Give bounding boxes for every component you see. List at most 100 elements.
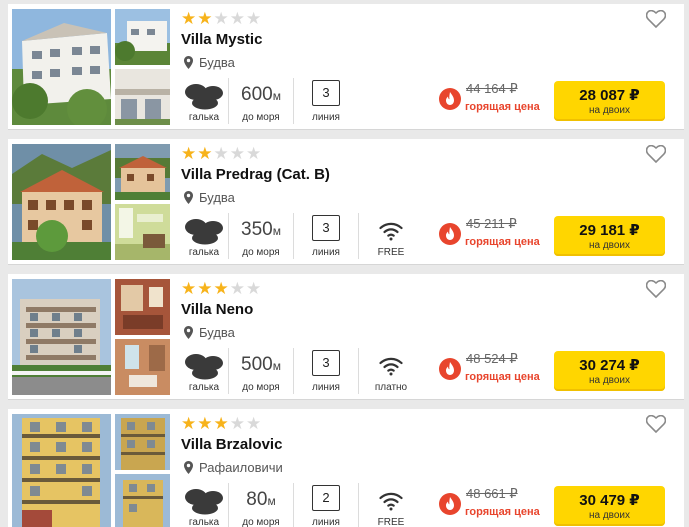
hotel-location: Будва <box>184 325 235 340</box>
hotel-photo-thumb[interactable] <box>115 279 170 335</box>
location-label: Рафаиловичи <box>199 460 283 475</box>
beach-type: галька <box>180 76 228 126</box>
wifi-label: платно <box>374 382 408 393</box>
star-empty-icon: ★ <box>229 144 246 163</box>
hotel-photo-main[interactable] <box>12 9 111 125</box>
beach-label: галька <box>188 112 220 123</box>
sea-distance-unit: м <box>267 494 276 508</box>
hotel-card[interactable]: ★★★★★ Villa Neno Будва галька 500м до мо… <box>8 274 684 400</box>
hot-price-label: горящая цена <box>465 506 540 518</box>
favorite-button[interactable] <box>645 279 667 303</box>
hotel-name[interactable]: Villa Predrag (Cat. B) <box>181 166 330 183</box>
star-empty-icon: ★ <box>213 144 230 163</box>
sea-distance-label: до моря <box>242 112 280 123</box>
flame-icon <box>439 88 461 110</box>
beach-label: галька <box>188 517 220 527</box>
hotel-card[interactable]: ★★★★★ Villa Predrag (Cat. B) Будва гальк… <box>8 139 684 265</box>
favorite-button[interactable] <box>645 144 667 168</box>
hotel-card[interactable]: ★★★★★ Villa Brzalovic Рафаиловичи галька… <box>8 409 684 527</box>
sea-distance: 350м до моря <box>229 211 293 261</box>
flame-icon <box>439 223 461 245</box>
star-empty-icon: ★ <box>246 144 263 163</box>
sea-distance-label: до моря <box>242 382 280 393</box>
sea-distance-label: до моря <box>242 247 280 258</box>
hotel-name[interactable]: Villa Mystic <box>181 31 262 48</box>
star-empty-icon: ★ <box>229 9 246 28</box>
hotel-list: ★★★★★ Villa Mystic Будва галька 600м до … <box>0 0 689 527</box>
pebbles-icon <box>185 84 223 110</box>
beach-type: галька <box>180 211 228 261</box>
sea-distance: 80м до моря <box>229 481 293 527</box>
price-button[interactable]: 30 274 ₽ на двоих <box>554 351 665 391</box>
hot-price-label: горящая цена <box>465 236 540 248</box>
sea-distance-unit: м <box>272 224 281 238</box>
pebbles-icon <box>185 354 223 380</box>
location-pin-icon <box>184 56 193 69</box>
hotel-photo-thumb[interactable] <box>115 474 170 527</box>
beach-line: 3 линия <box>294 76 358 126</box>
price-button[interactable]: 28 087 ₽ на двоих <box>554 81 665 121</box>
hot-deal: 44 164 ₽ горящая цена <box>439 76 554 116</box>
wifi-icon <box>379 222 403 241</box>
hotel-photo-thumb[interactable] <box>115 69 170 125</box>
hotel-photo-main[interactable] <box>12 414 111 527</box>
hotel-location: Будва <box>184 55 235 70</box>
line-label: линия <box>312 517 340 527</box>
star-filled-icon: ★ <box>213 279 230 298</box>
favorite-button[interactable] <box>645 414 667 438</box>
sea-distance: 500м до моря <box>229 346 293 396</box>
hotel-card[interactable]: ★★★★★ Villa Mystic Будва галька 600м до … <box>8 4 684 130</box>
location-label: Будва <box>199 55 235 70</box>
hotel-photos[interactable] <box>12 9 170 125</box>
line-label: линия <box>312 382 340 393</box>
sea-distance-unit: м <box>272 359 281 373</box>
wifi: платно <box>359 346 423 396</box>
price-amount: 28 087 ₽ <box>579 87 640 104</box>
hotel-name[interactable]: Villa Neno <box>181 301 253 318</box>
hotel-photo-thumb[interactable] <box>115 9 170 65</box>
price-note: на двоих <box>588 240 631 251</box>
sea-distance: 600м до моря <box>229 76 293 126</box>
hotel-location: Рафаиловичи <box>184 460 283 475</box>
wifi-icon <box>379 492 403 511</box>
sea-distance-label: до моря <box>242 517 280 527</box>
hotel-photo-main[interactable] <box>12 144 111 260</box>
hotel-photo-thumb[interactable] <box>115 414 170 470</box>
hotel-location: Будва <box>184 190 235 205</box>
price-button[interactable]: 30 479 ₽ на двоих <box>554 486 665 526</box>
hot-price-label: горящая цена <box>465 371 540 383</box>
hotel-photo-thumb[interactable] <box>115 144 170 200</box>
hotel-photos[interactable] <box>12 279 170 395</box>
favorite-button[interactable] <box>645 9 667 33</box>
line-label: линия <box>312 112 340 123</box>
wifi-icon <box>379 357 403 376</box>
star-filled-icon: ★ <box>197 279 214 298</box>
price-amount: 30 274 ₽ <box>579 357 640 374</box>
star-filled-icon: ★ <box>197 414 214 433</box>
beach-line: 3 линия <box>294 346 358 396</box>
price-amount: 30 479 ₽ <box>579 492 640 509</box>
hotel-features: галька 80м до моря 2 линия FREE <box>180 481 423 527</box>
hot-deal: 45 211 ₽ горящая цена <box>439 211 554 251</box>
hotel-photo-main[interactable] <box>12 279 111 395</box>
hotel-features: галька 500м до моря 3 линия платно <box>180 346 423 396</box>
pebbles-icon <box>185 219 223 245</box>
heart-icon <box>645 279 667 299</box>
hotel-name[interactable]: Villa Brzalovic <box>181 436 282 453</box>
price-button[interactable]: 29 181 ₽ на двоих <box>554 216 665 256</box>
price-note: на двоих <box>588 375 631 386</box>
sea-distance-value: 80 <box>246 489 268 510</box>
old-price: 44 164 ₽ <box>466 81 518 96</box>
star-filled-icon: ★ <box>181 279 198 298</box>
wifi-label: FREE <box>377 517 405 527</box>
old-price: 48 524 ₽ <box>466 351 518 366</box>
location-pin-icon <box>184 191 193 204</box>
wifi-label: FREE <box>377 247 405 258</box>
hot-deal: 48 661 ₽ горящая цена <box>439 481 554 521</box>
hotel-photo-thumb[interactable] <box>115 204 170 260</box>
hotel-photo-thumb[interactable] <box>115 339 170 395</box>
hotel-photos[interactable] <box>12 144 170 260</box>
location-pin-icon <box>184 326 193 339</box>
star-empty-icon: ★ <box>229 279 246 298</box>
hotel-photos[interactable] <box>12 414 170 527</box>
